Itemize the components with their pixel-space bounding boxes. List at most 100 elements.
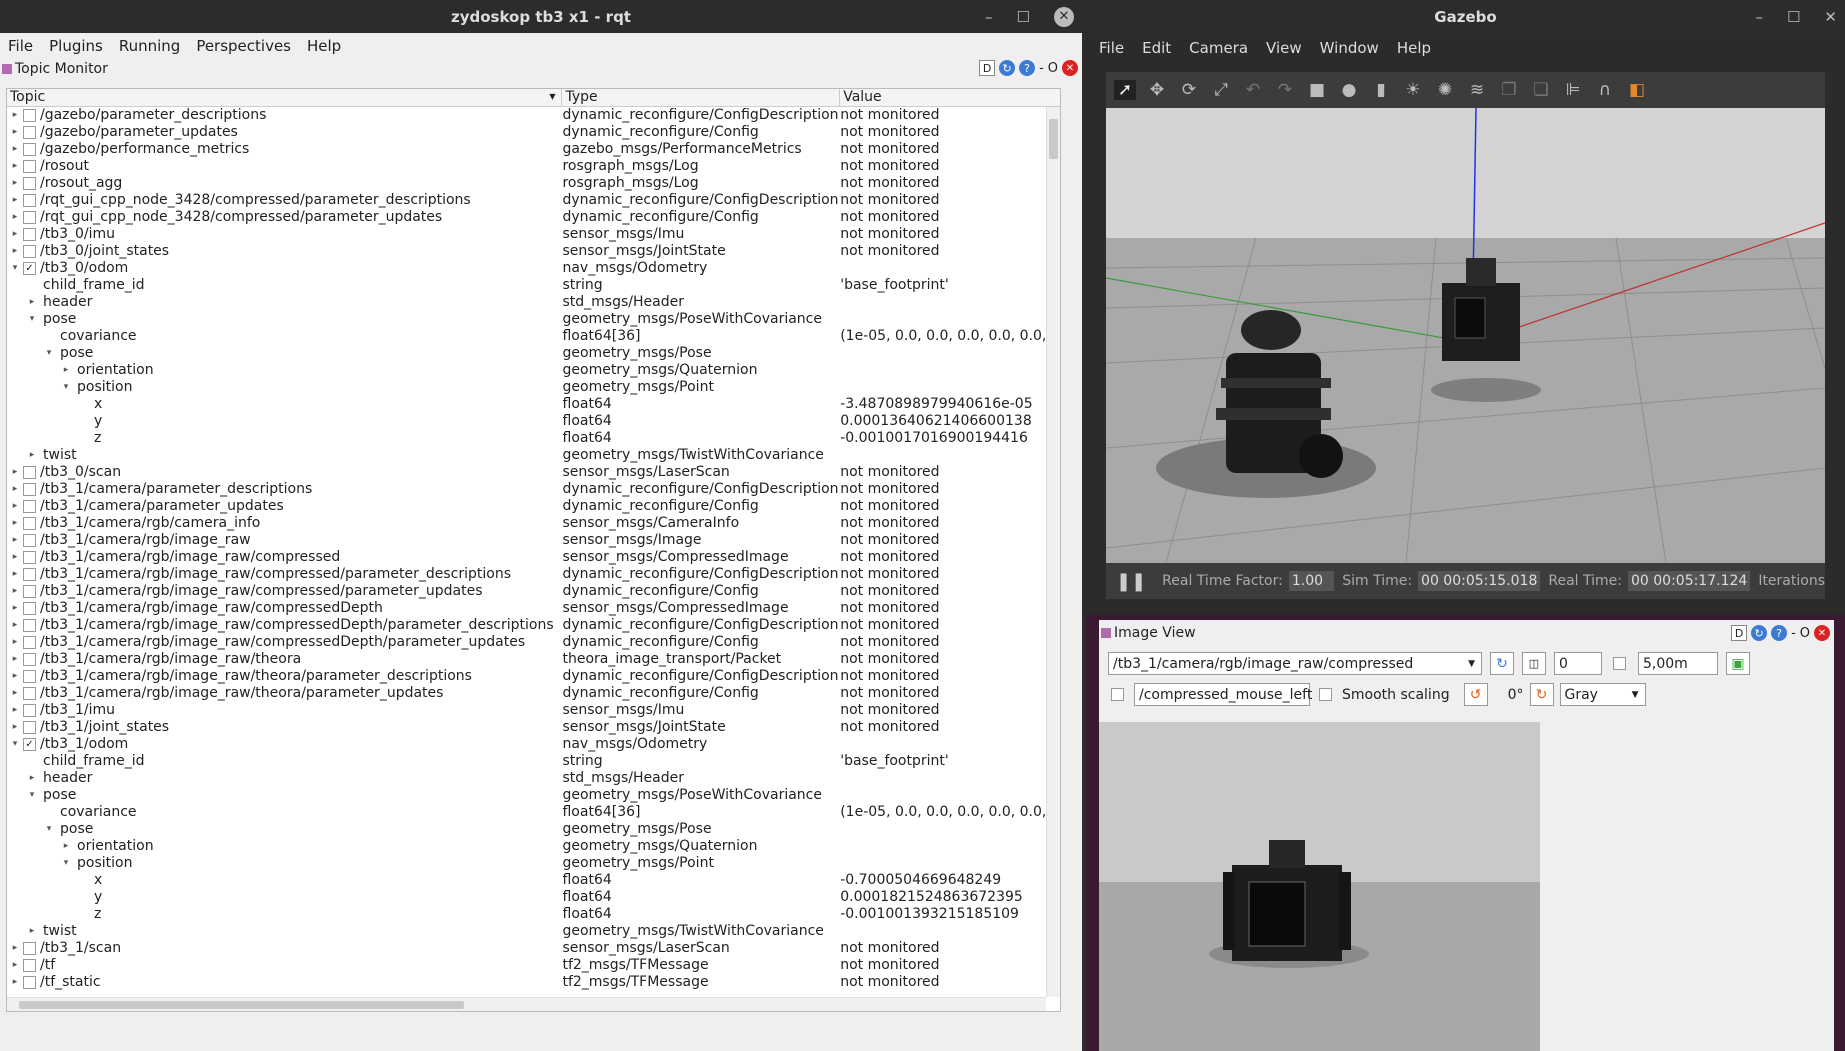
collapse-arrow-icon[interactable]: ▾ xyxy=(61,855,71,872)
expand-arrow-icon[interactable]: ▸ xyxy=(10,719,20,736)
expand-arrow-icon[interactable]: ▸ xyxy=(10,685,20,702)
monitor-checkbox[interactable] xyxy=(23,245,36,258)
tree-row[interactable]: ▸ twist geometry_msgs/TwistWithCovariance xyxy=(7,447,1060,464)
rotate-icon[interactable]: ⟳ xyxy=(1178,80,1200,100)
expand-arrow-icon[interactable]: ▸ xyxy=(10,209,20,226)
expand-arrow-icon[interactable]: ▸ xyxy=(27,294,37,311)
help-icon[interactable]: ? xyxy=(1019,60,1036,76)
tree-row[interactable]: ▾ pose geometry_msgs/Pose xyxy=(7,821,1060,838)
tree-row[interactable]: ▸ /tb3_1/camera/parameter_updates dynamic_… xyxy=(7,498,1060,515)
expand-arrow-icon[interactable]: ▸ xyxy=(10,957,20,974)
tree-row[interactable]: ▸ /tb3_1/camera/rgb/image_raw/compressed/… xyxy=(7,583,1060,600)
tree-row[interactable]: ▾ position geometry_msgs/Point xyxy=(7,855,1060,872)
menu-help[interactable]: Help xyxy=(307,37,341,55)
select-icon[interactable]: ➚ xyxy=(1114,80,1136,100)
expand-arrow-icon[interactable]: ▸ xyxy=(10,617,20,634)
tree-row[interactable]: ▸ /tf tf2_msgs/TFMessage not monitored xyxy=(7,957,1060,974)
reload-icon[interactable]: ↻ xyxy=(1751,625,1768,641)
monitor-checkbox[interactable] xyxy=(23,619,36,632)
point-light-icon[interactable]: ☀ xyxy=(1402,80,1424,100)
expand-arrow-icon[interactable]: ▸ xyxy=(27,447,37,464)
menu-file[interactable]: File xyxy=(8,37,33,55)
camera-image[interactable] xyxy=(1099,722,1540,1051)
directional-light-icon[interactable]: ≋ xyxy=(1466,80,1488,100)
monitor-checkbox[interactable] xyxy=(23,211,36,224)
rotate-left-icon[interactable]: ↺ xyxy=(1463,683,1488,706)
tree-row[interactable]: ▾ pose geometry_msgs/PoseWithCovariance xyxy=(7,787,1060,804)
expand-arrow-icon[interactable]: ▸ xyxy=(10,498,20,515)
help-icon[interactable]: ? xyxy=(1771,625,1788,641)
tree-row[interactable]: ▸ /tb3_1/joint_states sensor_msgs/JointSta… xyxy=(7,719,1060,736)
spot-light-icon[interactable]: ✺ xyxy=(1434,80,1456,100)
tree-row[interactable]: y float64 0.00013640621406600138 xyxy=(7,413,1060,430)
tree-row[interactable]: ▸ header std_msgs/Header xyxy=(7,294,1060,311)
tree-row[interactable]: ▸ /tb3_1/camera/rgb/image_raw sensor_msgs/… xyxy=(7,532,1060,549)
monitor-checkbox[interactable] xyxy=(23,143,36,156)
tree-row[interactable]: ▸ /tb3_1/camera/parameter_descriptions dyn… xyxy=(7,481,1060,498)
menu-window[interactable]: Window xyxy=(1320,39,1379,57)
tree-row[interactable]: ▾ position geometry_msgs/Point xyxy=(7,379,1060,396)
tree-row[interactable]: ▸ /tb3_0/imu sensor_msgs/Imu not monitored xyxy=(7,226,1060,243)
minimize-icon[interactable]: – xyxy=(985,8,993,26)
refresh-topics-icon[interactable]: ↻ xyxy=(1490,652,1514,675)
minimize-pane-icon[interactable]: - xyxy=(1791,626,1796,641)
monitor-checkbox[interactable] xyxy=(23,959,36,972)
expand-arrow-icon[interactable]: ▸ xyxy=(10,940,20,957)
monitor-checkbox[interactable] xyxy=(23,177,36,190)
tree-row[interactable]: y float64 0.0001821524863672395 xyxy=(7,889,1060,906)
expand-arrow-icon[interactable]: ▸ xyxy=(10,532,20,549)
tree-row[interactable]: ▸ /tb3_1/camera/rgb/image_raw/theora theor… xyxy=(7,651,1060,668)
tree-row[interactable]: ▸ /rqt_gui_cpp_node_3428/compressed/param… xyxy=(7,209,1060,226)
tree-row[interactable]: ▸ orientation geometry_msgs/Quaternion xyxy=(7,838,1060,855)
monitor-checkbox[interactable] xyxy=(23,194,36,207)
expand-arrow-icon[interactable]: ▸ xyxy=(10,515,20,532)
expand-arrow-icon[interactable]: ▸ xyxy=(10,226,20,243)
tree-row[interactable]: ▸ /rosout_agg rosgraph_msgs/Log not monitor… xyxy=(7,175,1060,192)
menu-running[interactable]: Running xyxy=(119,37,180,55)
vertical-scrollbar[interactable] xyxy=(1046,107,1060,997)
tree-row[interactable]: ▸ /tb3_1/camera/rgb/image_raw/compressedD… xyxy=(7,600,1060,617)
expand-arrow-icon[interactable]: ▸ xyxy=(10,702,20,719)
monitor-checkbox[interactable] xyxy=(23,160,36,173)
collapse-arrow-icon[interactable]: ▾ xyxy=(44,345,54,362)
expand-arrow-icon[interactable]: ▸ xyxy=(10,549,20,566)
expand-arrow-icon[interactable]: ▸ xyxy=(10,124,20,141)
align-icon[interactable]: ⊫ xyxy=(1562,80,1584,100)
redo-icon[interactable]: ↷ xyxy=(1274,80,1296,100)
tree-row[interactable]: ▸ /tb3_0/joint_states sensor_msgs/JointSta… xyxy=(7,243,1060,260)
tree-row[interactable]: ▸ /gazebo/parameter_updates dynamic_reconf… xyxy=(7,124,1060,141)
max-value-spinbox[interactable]: 5,00m xyxy=(1638,652,1718,675)
tree-row[interactable]: ▸ twist geometry_msgs/TwistWithCovariance xyxy=(7,923,1060,940)
collapse-arrow-icon[interactable]: ▾ xyxy=(10,260,20,277)
monitor-checkbox[interactable] xyxy=(23,721,36,734)
monitor-checkbox[interactable]: ✓ xyxy=(23,738,36,751)
minimize-icon[interactable]: – xyxy=(1755,8,1763,26)
expand-arrow-icon[interactable]: ▸ xyxy=(27,923,37,940)
tree-row[interactable]: ▸ /tb3_0/scan sensor_msgs/LaserScan not mon… xyxy=(7,464,1060,481)
translate-icon[interactable]: ✥ xyxy=(1146,80,1168,100)
expand-arrow-icon[interactable]: ▸ xyxy=(10,566,20,583)
expand-arrow-icon[interactable]: ▸ xyxy=(10,668,20,685)
monitor-checkbox[interactable] xyxy=(23,228,36,241)
maximize-icon[interactable]: ☐ xyxy=(1787,8,1800,26)
reload-icon[interactable]: ↻ xyxy=(999,60,1016,76)
tree-row[interactable]: covariance float64[36] (1e-05, 0.0, 0.0, 0… xyxy=(7,804,1060,821)
minimize-pane-icon[interactable]: - xyxy=(1039,61,1044,76)
dock-icon[interactable]: D xyxy=(1731,625,1748,641)
expand-arrow-icon[interactable]: ▸ xyxy=(10,175,20,192)
tree-row[interactable]: ▸ /tb3_1/camera/rgb/image_raw/theora/para… xyxy=(7,685,1060,702)
menu-plugins[interactable]: Plugins xyxy=(49,37,103,55)
monitor-checkbox[interactable] xyxy=(23,126,36,139)
menu-camera[interactable]: Camera xyxy=(1189,39,1248,57)
tree-row[interactable]: ▸ /tb3_1/imu sensor_msgs/Imu not monitored xyxy=(7,702,1060,719)
tree-row[interactable]: ▸ header std_msgs/Header xyxy=(7,770,1060,787)
menu-help[interactable]: Help xyxy=(1397,39,1431,57)
expand-arrow-icon[interactable]: ▸ xyxy=(10,464,20,481)
tree-row[interactable]: ▸ /tb3_1/camera/rgb/image_raw/theora/para… xyxy=(7,668,1060,685)
tree-row[interactable]: ▸ /tb3_1/camera/rgb/image_raw/compressed s… xyxy=(7,549,1060,566)
tree-row[interactable]: ▸ /tf_static tf2_msgs/TFMessage not monitor… xyxy=(7,974,1060,991)
monitor-checkbox[interactable] xyxy=(23,585,36,598)
tree-row[interactable]: ▾ ✓ /tb3_0/odom nav_msgs/Odometry xyxy=(7,260,1060,277)
save-image-icon[interactable]: ▣ xyxy=(1726,652,1750,675)
expand-arrow-icon[interactable]: ▸ xyxy=(10,107,20,124)
